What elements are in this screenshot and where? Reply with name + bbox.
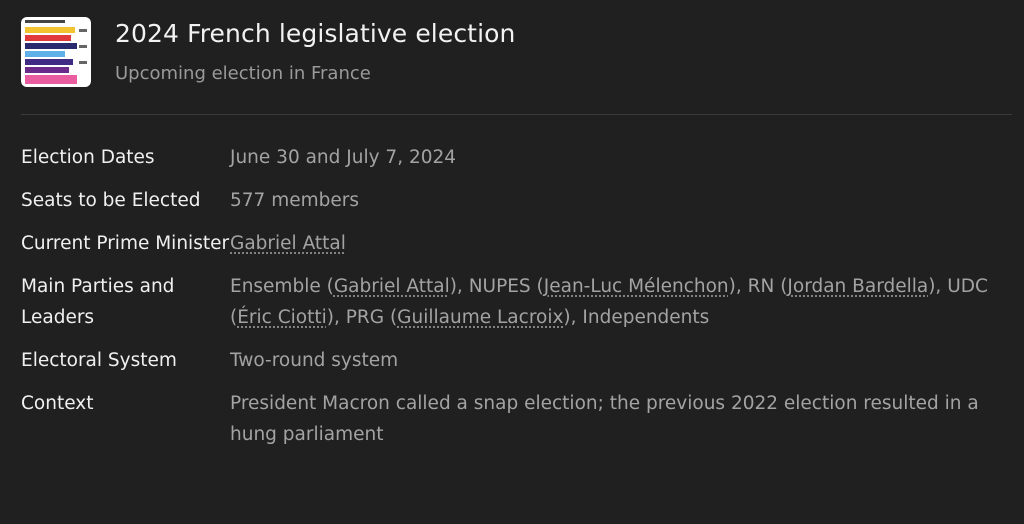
row-label: Election Dates [21, 147, 155, 168]
election-results-thumbnail[interactable] [21, 17, 91, 87]
thumbnail-bar [25, 27, 75, 33]
page-subtitle: Upcoming election in France [115, 63, 371, 84]
row-label: Seats to be Elected [21, 190, 201, 211]
thumbnail-bar [25, 75, 77, 84]
row-value: Ensemble (Gabriel Attal), NUPES (Jean-Lu… [230, 271, 1011, 333]
row-label: Context [21, 393, 94, 414]
election-info-card: 2024 French legislative election Upcomin… [0, 0, 1024, 524]
info-row-electoral-system: Electoral System Two-round system [21, 345, 1011, 376]
page-title: 2024 French legislative election [115, 19, 516, 48]
info-row-prime-minister: Current Prime Minister Gabriel Attal [21, 228, 1011, 259]
info-row-context: Context President Macron called a snap e… [21, 388, 1011, 450]
thumbnail-title-line [25, 20, 65, 23]
info-row-parties: Main Parties and Leaders Ensemble (Gabri… [21, 271, 1011, 333]
value-text: ), Independents [563, 307, 710, 328]
value-text: ), RN ( [728, 276, 788, 297]
row-value: 577 members [230, 190, 359, 211]
link-eric-ciotti[interactable]: Éric Ciotti [237, 307, 327, 328]
row-label: Main Parties and Leaders [21, 276, 175, 328]
row-value: Gabriel Attal [230, 228, 1011, 259]
link-gabriel-attal[interactable]: Gabriel Attal [334, 276, 450, 297]
info-table: Election Dates June 30 and July 7, 2024 … [21, 142, 1011, 462]
thumbnail-bar [25, 35, 71, 41]
thumbnail-bar [25, 59, 73, 65]
info-row-seats: Seats to be Elected 577 members [21, 185, 1011, 216]
value-text: Ensemble ( [230, 276, 334, 297]
link-jordan-bardella[interactable]: Jordan Bardella [787, 276, 928, 297]
row-label: Electoral System [21, 350, 177, 371]
row-value: President Macron called a snap election;… [230, 393, 979, 445]
thumbnail-bar [25, 51, 65, 57]
thumbnail-value [79, 29, 87, 32]
divider [21, 114, 1012, 115]
link-guillaume-lacroix[interactable]: Guillaume Lacroix [397, 307, 563, 328]
row-label: Current Prime Minister [21, 233, 230, 254]
info-row-election-dates: Election Dates June 30 and July 7, 2024 [21, 142, 1011, 173]
header: 2024 French legislative election Upcomin… [21, 17, 1012, 89]
value-text: ), PRG ( [326, 307, 398, 328]
thumbnail-bar [25, 67, 69, 73]
row-value: June 30 and July 7, 2024 [230, 147, 457, 168]
thumbnail-value [79, 61, 87, 64]
value-text: ), NUPES ( [449, 276, 544, 297]
thumbnail-value [79, 45, 87, 48]
row-value: Two-round system [230, 350, 399, 371]
link-gabriel-attal[interactable]: Gabriel Attal [230, 233, 346, 254]
thumbnail-bar [25, 43, 77, 49]
link-jean-luc-melenchon[interactable]: Jean-Luc Mélenchon [544, 276, 729, 297]
